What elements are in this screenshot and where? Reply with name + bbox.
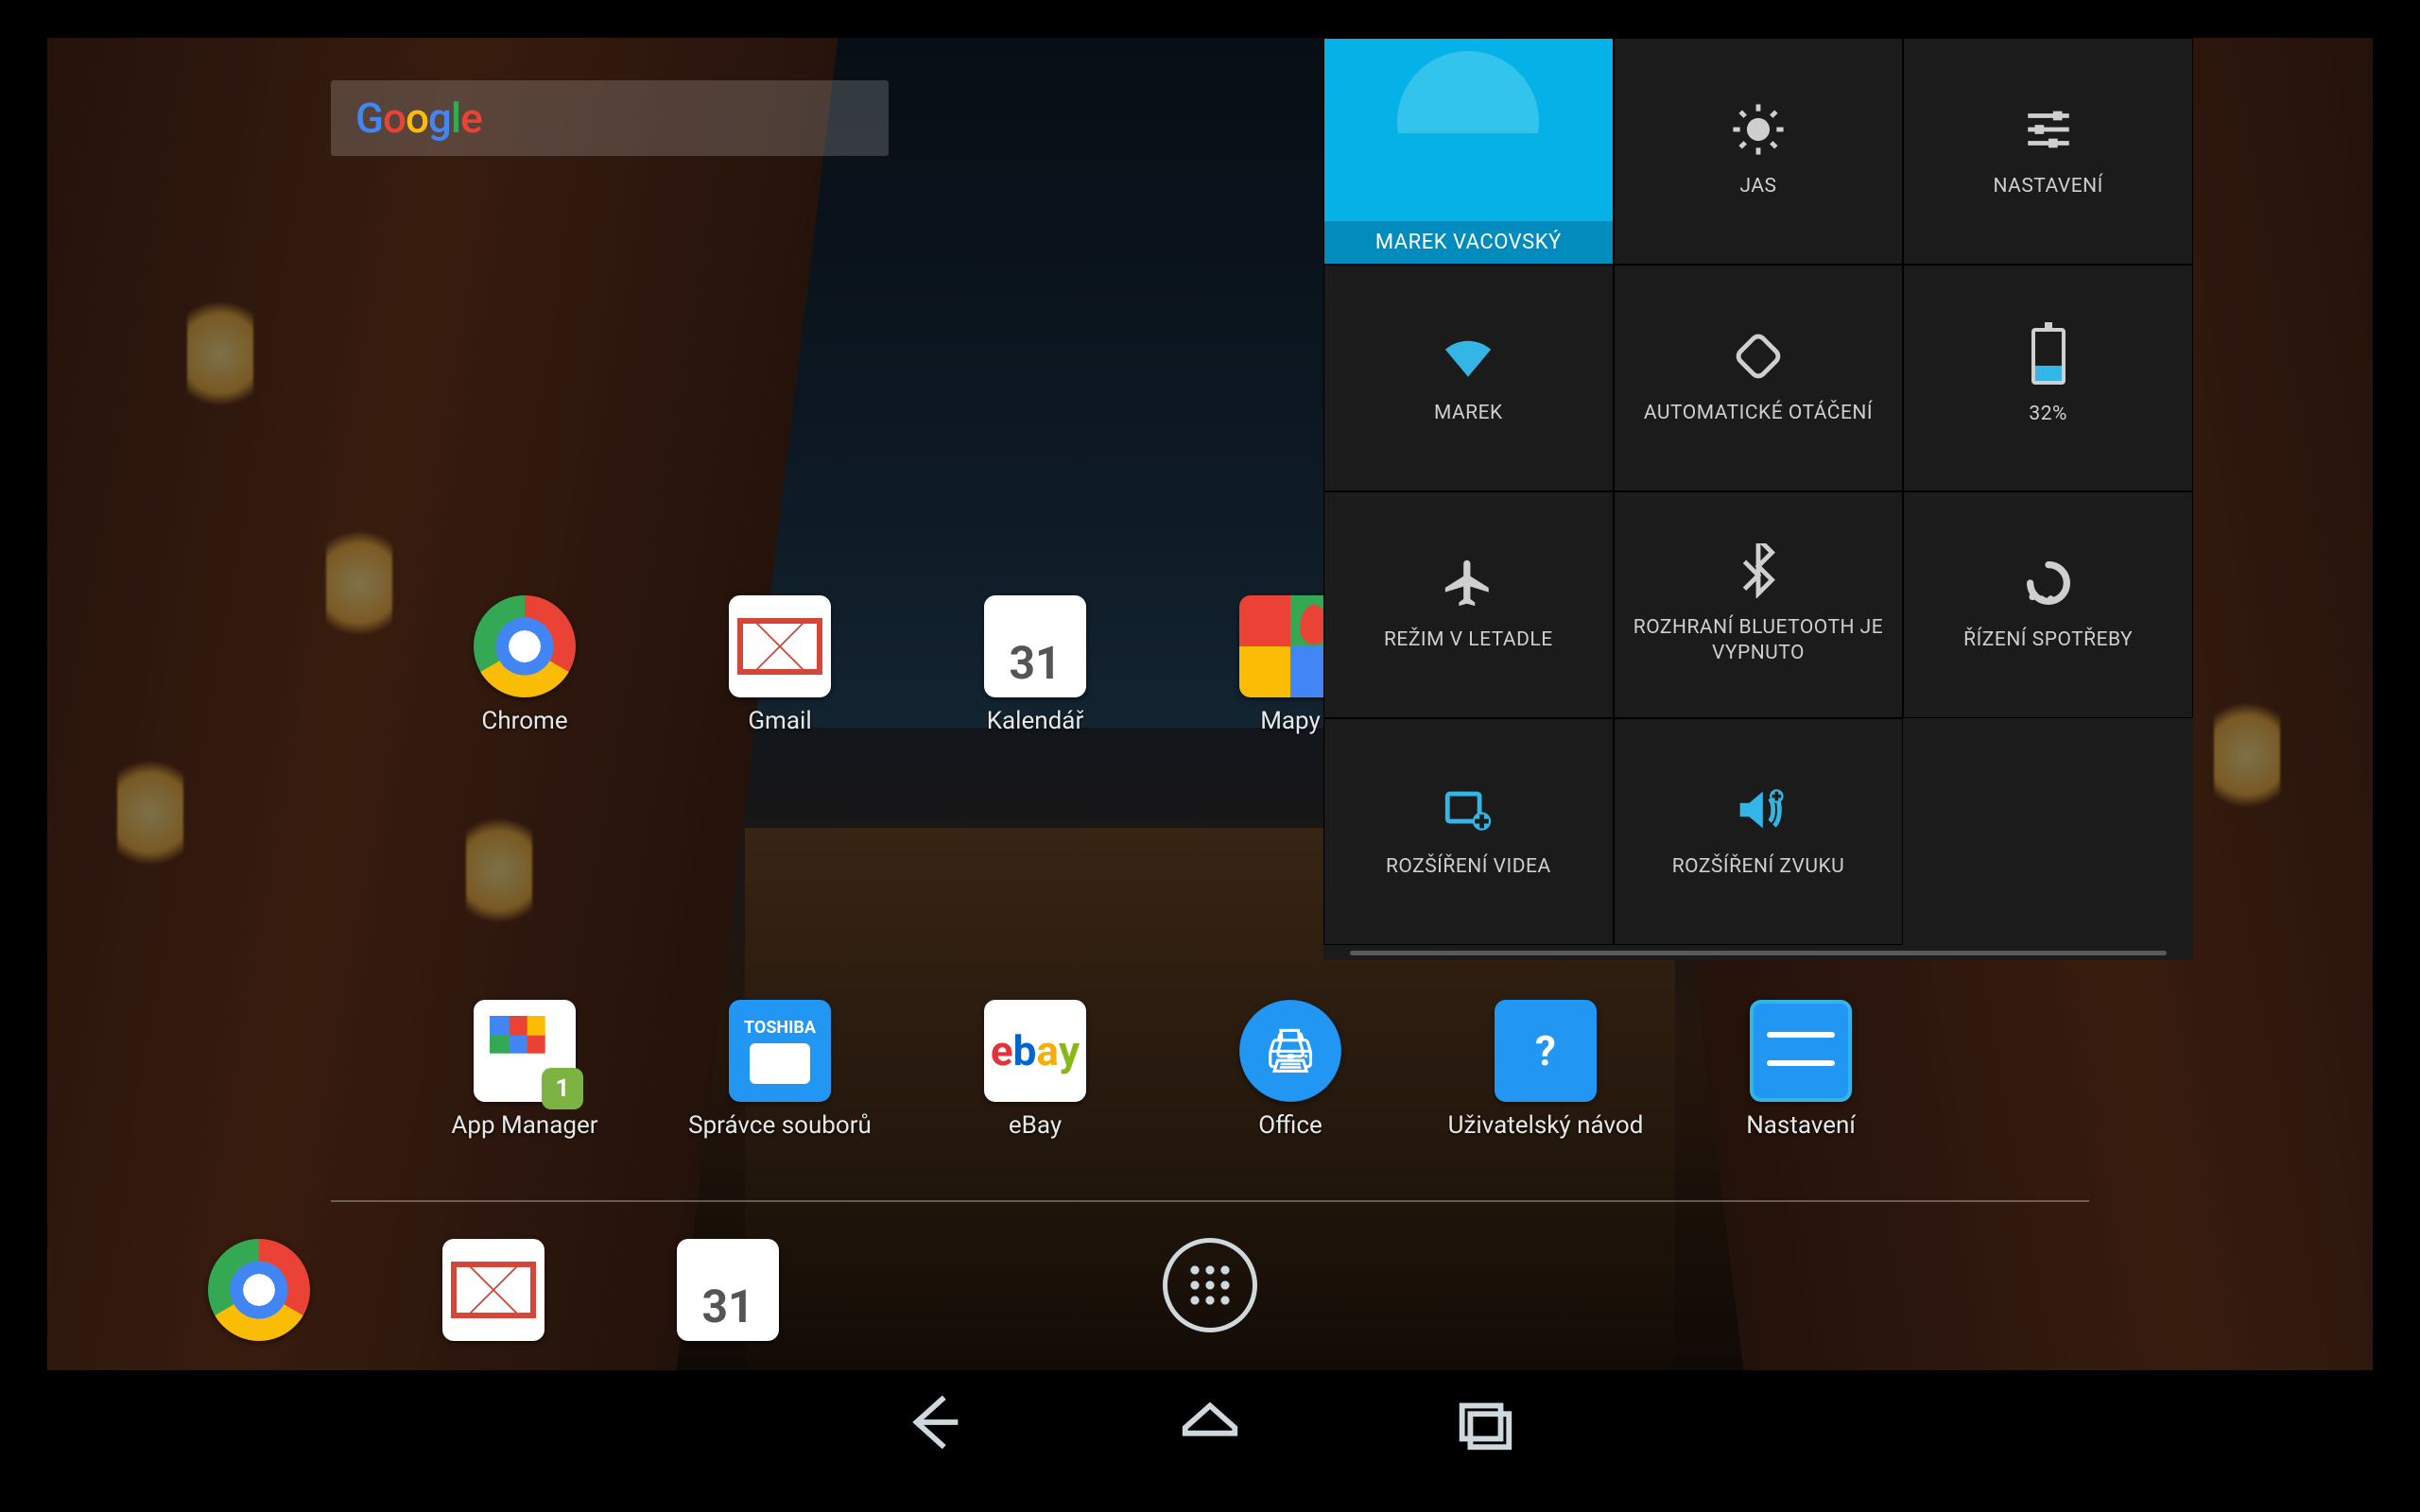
app-label: Nastavení [1746, 1111, 1856, 1140]
gmail-icon [729, 595, 831, 697]
tile-label: MAREK [1434, 401, 1503, 426]
chrome-icon [208, 1239, 310, 1341]
tray-gmail[interactable] [442, 1239, 544, 1341]
user-avatar-icon [1324, 39, 1613, 204]
audio-enhance-icon [1731, 782, 1786, 837]
office-icon: 🖨 [1239, 1000, 1341, 1102]
qs-airplane-tile[interactable]: REŽIM V LETADLE [1323, 491, 1614, 718]
tile-label: ŘÍZENÍ SPOTŘEBY [1963, 627, 2133, 653]
tile-label: ROZŠÍŘENÍ ZVUKU [1672, 854, 1845, 880]
wifi-icon [1441, 329, 1495, 384]
quick-settings-panel: MAREK VACOVSKÝ JAS NASTAVENÍ MAREK AUTOM… [1323, 38, 2193, 960]
home-button[interactable] [1177, 1389, 1243, 1455]
back-button[interactable] [903, 1389, 969, 1455]
app-label: App Manager [451, 1111, 597, 1140]
qs-user-name: MAREK VACOVSKÝ [1324, 221, 1613, 264]
tile-label: NASTAVENÍ [1993, 174, 2102, 199]
ebay-icon: ebay [984, 1000, 1086, 1102]
app-label: Gmail [748, 707, 811, 735]
file-manager-icon: TOSHIBA [729, 1000, 831, 1102]
qs-settings-tile[interactable]: NASTAVENÍ [1903, 38, 2193, 265]
app-label: Uživatelský návod [1448, 1111, 1644, 1140]
qs-brightness-tile[interactable]: JAS [1614, 38, 1904, 265]
app-office[interactable]: 🖨 Office [1163, 1000, 1418, 1140]
tile-label: ROZHRANÍ BLUETOOTH JE VYPNUTO [1628, 615, 1890, 667]
battery-icon [2031, 328, 2066, 385]
calendar-icon: 31 [984, 595, 1086, 697]
app-label: eBay [1009, 1111, 1062, 1140]
calendar-icon: 31 [677, 1239, 779, 1341]
tile-label: AUTOMATICKÉ OTÁČENÍ [1644, 401, 1873, 426]
app-chrome[interactable]: Chrome [397, 595, 652, 735]
app-file-manager[interactable]: TOSHIBA Správce souborů [652, 1000, 908, 1140]
power-management-icon [2021, 556, 2076, 610]
app-label: Chrome [481, 707, 567, 735]
app-settings[interactable]: Nastavení [1673, 1000, 1928, 1140]
system-navigation-bar [47, 1370, 2373, 1474]
app-gmail[interactable]: Gmail [652, 595, 908, 735]
qs-audio-enhance-tile[interactable]: ROZŠÍŘENÍ ZVUKU [1614, 718, 1904, 945]
tile-label: 32% [2029, 402, 2067, 427]
recent-apps-button[interactable] [1451, 1389, 1517, 1455]
google-logo: Google [355, 94, 482, 143]
app-calendar[interactable]: 31 Kalendář [908, 595, 1163, 735]
settings-sliders-icon [2021, 102, 2076, 157]
app-label: Office [1258, 1111, 1322, 1140]
bluetooth-icon [1731, 543, 1786, 598]
tile-label: JAS [1739, 174, 1776, 199]
tile-label: REŽIM V LETADLE [1384, 627, 1553, 653]
app-label: Správce souborů [688, 1111, 872, 1140]
airplane-icon [1441, 556, 1495, 610]
qs-user-tile[interactable]: MAREK VACOVSKÝ [1323, 38, 1614, 265]
qs-drag-handle[interactable] [1323, 945, 2193, 960]
app-ebay[interactable]: ebay eBay [908, 1000, 1163, 1140]
app-label: Kalendář [987, 707, 1084, 735]
settings-sliders-icon [1750, 1000, 1852, 1102]
tile-label: ROZŠÍŘENÍ VIDEA [1386, 854, 1551, 880]
qs-video-enhance-tile[interactable]: ROZŠÍŘENÍ VIDEA [1323, 718, 1614, 945]
all-apps-button[interactable] [1163, 1238, 1257, 1332]
gmail-icon [442, 1239, 544, 1341]
app-app-manager[interactable]: 1 App Manager [397, 1000, 652, 1140]
tray-divider [331, 1200, 2089, 1202]
qs-wifi-tile[interactable]: MAREK [1323, 265, 1614, 491]
app-manager-icon: 1 [474, 1000, 576, 1102]
tray-calendar[interactable]: 31 [677, 1239, 779, 1341]
home-screen: Google Chrome Gmail 31 Kalendář Mapy 1 A… [47, 38, 2373, 1474]
video-enhance-icon [1441, 782, 1495, 837]
qs-battery-tile[interactable]: 32% [1903, 265, 2193, 491]
qs-power-tile[interactable]: ŘÍZENÍ SPOTŘEBY [1903, 491, 2193, 718]
qs-autorotate-tile[interactable]: AUTOMATICKÉ OTÁČENÍ [1614, 265, 1904, 491]
google-search-widget[interactable]: Google [331, 80, 889, 156]
help-icon: ? [1495, 1000, 1597, 1102]
brightness-icon [1731, 102, 1786, 157]
chrome-icon [474, 595, 576, 697]
tray-chrome[interactable] [208, 1239, 310, 1341]
app-label: Mapy [1260, 707, 1321, 735]
apps-grid-icon [1187, 1263, 1233, 1308]
rotate-icon [1731, 329, 1786, 384]
qs-bluetooth-tile[interactable]: ROZHRANÍ BLUETOOTH JE VYPNUTO [1614, 491, 1904, 718]
app-user-guide[interactable]: ? Uživatelský návod [1418, 1000, 1673, 1140]
